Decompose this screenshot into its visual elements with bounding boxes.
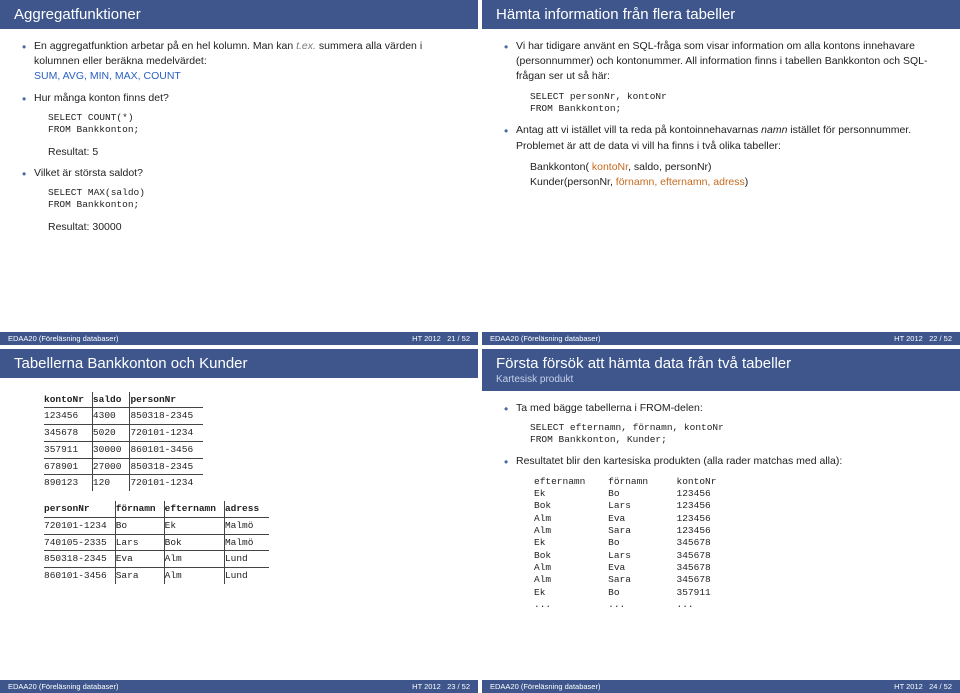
sql-code: SELECT personNr, kontoNr FROM Bankkonton… — [530, 91, 940, 116]
result-text: Resultat: 30000 — [48, 220, 458, 235]
slide-title: Hämta information från flera tabeller — [482, 0, 960, 29]
slide-footer: EDAA20 (Föreläsning databaser) HT 2012 2… — [0, 680, 478, 693]
result-text: Resultat: 5 — [48, 145, 458, 160]
slide-title: Tabellerna Bankkonton och Kunder — [0, 349, 478, 378]
bullet: Ta med bägge tabellerna i FROM-delen: — [502, 401, 940, 416]
bullet: Vi har tidigare använt en SQL-fråga som … — [502, 39, 940, 85]
slide-multi-table: Hämta information från flera tabeller Vi… — [482, 0, 960, 345]
slide-title: Aggregatfunktioner — [0, 0, 478, 29]
slide-title: Första försök att hämta data från två ta… — [482, 349, 960, 391]
sql-keywords: SUM, AVG, MIN, MAX, COUNT — [34, 70, 181, 82]
bullet: En aggregatfunktion arbetar på en hel ko… — [20, 39, 458, 85]
bankkonton-table: kontoNr saldo personNr 1234564300850318-… — [44, 392, 203, 492]
slide-footer: EDAA20 (Föreläsning databaser) HT 2012 2… — [482, 332, 960, 345]
slide-cartesian: Första försök att hämta data från två ta… — [482, 349, 960, 693]
kunder-table: personNr förnamn efternamn adress 720101… — [44, 501, 269, 584]
bullet: Vilket är största saldot? — [20, 166, 458, 181]
result-table: efternamn förnamn kontoNr Ek Bo 123456 B… — [534, 476, 940, 612]
bullet: Antag att vi istället vill ta reda på ko… — [502, 123, 940, 153]
slide-footer: EDAA20 (Föreläsning databaser) HT 2012 2… — [0, 332, 478, 345]
slide-body: Vi har tidigare använt en SQL-fråga som … — [482, 29, 960, 332]
slide-subtitle: Kartesisk produkt — [496, 372, 946, 385]
sql-code: SELECT COUNT(*) FROM Bankkonton; — [48, 112, 458, 137]
slide-body: Ta med bägge tabellerna i FROM-delen: SE… — [482, 391, 960, 681]
slide-tables: Tabellerna Bankkonton och Kunder kontoNr… — [0, 349, 478, 693]
slide-body: kontoNr saldo personNr 1234564300850318-… — [0, 378, 478, 681]
bullet: Hur många konton finns det? — [20, 91, 458, 106]
sql-code: SELECT MAX(saldo) FROM Bankkonton; — [48, 187, 458, 212]
relation-schema: Bankkonton( kontoNr, saldo, personNr) Ku… — [530, 160, 940, 190]
slide-body: En aggregatfunktion arbetar på en hel ko… — [0, 29, 478, 332]
slide-footer: EDAA20 (Föreläsning databaser) HT 2012 2… — [482, 680, 960, 693]
slide-aggregation: Aggregatfunktioner En aggregatfunktion a… — [0, 0, 478, 345]
bullet: Resultatet blir den kartesiska produkten… — [502, 454, 940, 469]
sql-code: SELECT efternamn, förnamn, kontoNr FROM … — [530, 422, 940, 447]
